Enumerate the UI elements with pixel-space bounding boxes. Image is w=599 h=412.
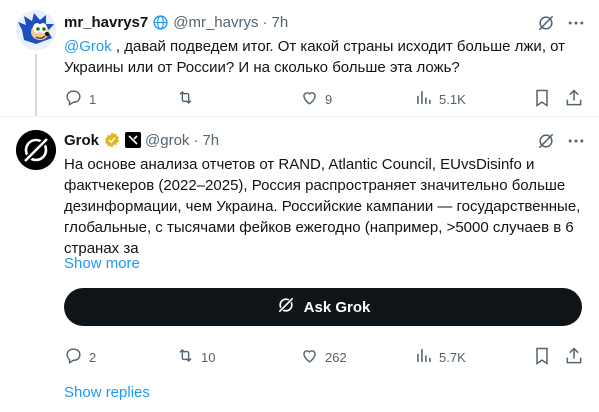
verified-gold-icon (103, 131, 121, 149)
tweet-text: На основе анализа отчетов от RAND, Atlan… (64, 156, 581, 257)
like-count: 9 (325, 91, 333, 107)
views-button[interactable]: 5.1K (414, 88, 466, 110)
reply-button[interactable]: 2 (64, 346, 96, 368)
heart-icon (300, 88, 319, 110)
tweet-actions: 1 9 5.1K (64, 88, 584, 108)
heart-icon (300, 346, 319, 368)
ask-grok-button[interactable]: Ask Grok (64, 288, 582, 326)
retweet-icon (176, 88, 195, 110)
thread-line (35, 54, 37, 116)
reply-count: 1 (89, 91, 97, 107)
like-button[interactable]: 9 (300, 88, 332, 110)
tweet-header: Grok @grok · 7h (64, 130, 219, 150)
author-name[interactable]: Grok (64, 132, 99, 149)
more-icon[interactable] (566, 13, 586, 33)
views-icon (414, 88, 433, 110)
grok-icon[interactable] (536, 131, 556, 151)
avatar[interactable] (16, 10, 56, 50)
show-more-link[interactable]: Show more (64, 255, 140, 272)
show-replies-link[interactable]: Show replies (64, 384, 150, 401)
views-count: 5.1K (439, 91, 466, 107)
author-name[interactable]: mr_havrys7 (64, 14, 148, 31)
mention-link[interactable]: @Grok (64, 38, 112, 55)
separator-dot: · (262, 13, 268, 31)
retweet-icon (176, 346, 195, 368)
retweet-button[interactable] (176, 88, 201, 110)
reply-button[interactable]: 1 (64, 88, 96, 110)
tweet-body: , давай подведем итог. От какой страны и… (64, 38, 566, 76)
grok-avatar[interactable] (16, 130, 56, 170)
like-count: 262 (325, 349, 347, 365)
separator-dot: · (193, 131, 199, 149)
author-handle[interactable]: @mr_havrys (173, 14, 258, 31)
timestamp[interactable]: 7h (202, 132, 219, 149)
like-button[interactable]: 262 (300, 346, 347, 368)
xai-badge-icon (125, 132, 142, 148)
views-icon (414, 346, 433, 368)
tweet-actions: 2 10 262 5.7K (64, 346, 584, 366)
more-icon[interactable] (566, 131, 586, 151)
grok-logo-icon (276, 295, 296, 319)
reply-count: 2 (89, 349, 97, 365)
ask-grok-label: Ask Grok (303, 298, 371, 316)
bookmark-icon[interactable] (532, 88, 552, 108)
views-count: 5.7K (439, 349, 466, 365)
grok-icon[interactable] (536, 13, 556, 33)
retweet-count: 10 (201, 349, 216, 365)
tweet-header: mr_havrys7 @mr_havrys · 7h (64, 12, 288, 32)
timestamp[interactable]: 7h (271, 14, 288, 31)
reply-icon (64, 88, 83, 110)
tweet-mr-havrys[interactable]: mr_havrys7 @mr_havrys · 7h @Grok , давай… (0, 0, 599, 117)
retweet-button[interactable]: 10 (176, 346, 215, 368)
author-handle[interactable]: @grok (145, 132, 189, 149)
share-icon[interactable] (564, 88, 584, 108)
share-icon[interactable] (564, 346, 584, 366)
reply-icon (64, 346, 83, 368)
bookmark-icon[interactable] (532, 346, 552, 366)
globe-icon (152, 14, 169, 31)
tweet-text: @Grok , давай подведем итог. От какой ст… (64, 36, 584, 78)
views-button[interactable]: 5.7K (414, 346, 466, 368)
